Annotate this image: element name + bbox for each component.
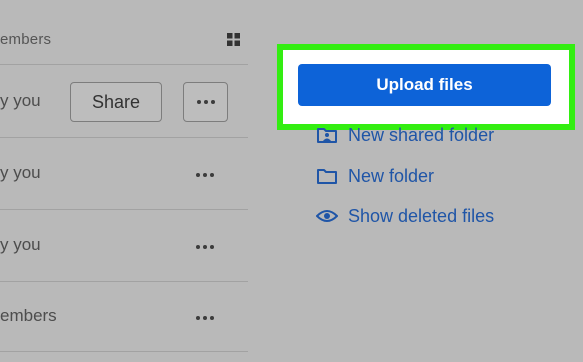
- row-divider: [0, 281, 248, 282]
- grid-view-icon[interactable]: [227, 33, 240, 46]
- column-header-members: embers: [0, 31, 52, 48]
- row-text: y you: [0, 163, 41, 182]
- upload-files-button[interactable]: Upload files: [298, 64, 551, 106]
- eye-icon: [316, 210, 338, 222]
- row-divider: [0, 209, 248, 210]
- folder-icon: [317, 169, 337, 184]
- more-options-icon: [196, 245, 214, 249]
- more-options-button[interactable]: [190, 240, 220, 254]
- row-divider: [0, 351, 248, 352]
- new-shared-folder-label: New shared folder: [348, 124, 495, 145]
- more-options-button[interactable]: [183, 82, 228, 122]
- more-options-icon: [196, 173, 214, 177]
- show-deleted-files-link[interactable]: Show deleted files: [316, 204, 494, 228]
- row-text: y you: [0, 235, 41, 254]
- row-divider: [0, 137, 248, 138]
- new-folder-link[interactable]: New folder: [316, 164, 434, 188]
- more-options-icon: [196, 100, 215, 104]
- show-deleted-files-label: Show deleted files: [348, 205, 495, 226]
- row-divider: [0, 64, 248, 65]
- new-shared-folder-link[interactable]: New shared folder: [316, 123, 494, 147]
- more-options-button[interactable]: [190, 168, 220, 182]
- more-options-icon: [196, 316, 214, 320]
- row-text: y you: [0, 91, 41, 110]
- row-text: embers: [0, 306, 57, 325]
- share-button[interactable]: Share: [70, 82, 162, 122]
- shared-folder-icon: [317, 128, 337, 143]
- new-folder-label: New folder: [348, 165, 435, 186]
- more-options-button[interactable]: [190, 311, 220, 325]
